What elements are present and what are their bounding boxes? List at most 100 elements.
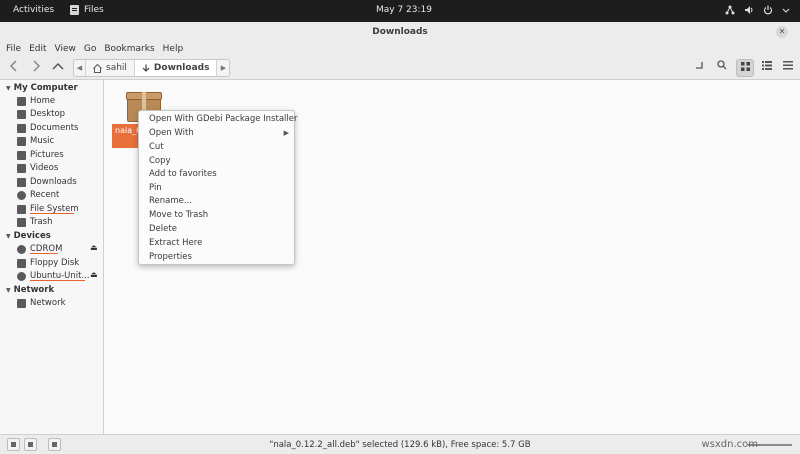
- list-view-button[interactable]: [758, 59, 776, 77]
- breadcrumb-current[interactable]: Downloads: [134, 60, 218, 76]
- breadcrumb-right-arrow[interactable]: ▶: [217, 60, 229, 76]
- breadcrumb-home[interactable]: sahil: [86, 60, 135, 76]
- menu-item-open-with-gdebi[interactable]: Open With GDebi Package Installer: [149, 114, 297, 124]
- menu-item-delete[interactable]: Delete: [149, 224, 177, 234]
- network-icon: [725, 5, 735, 15]
- download-icon: [142, 64, 150, 72]
- search-button[interactable]: [713, 59, 731, 77]
- menu-item-add-to-favorites[interactable]: Add to favorites: [149, 169, 217, 179]
- grid-view-icon: [740, 62, 750, 71]
- menu-item-rename[interactable]: Rename...: [149, 196, 192, 206]
- music-icon: [17, 136, 26, 146]
- breadcrumb-left-arrow[interactable]: ◀: [74, 60, 86, 76]
- section-heading: Network: [13, 285, 55, 295]
- sidebar-item-music[interactable]: Music: [17, 136, 54, 146]
- sidebar-item-desktop[interactable]: Desktop: [17, 109, 65, 119]
- pictures-icon: [17, 150, 26, 160]
- window-title: Downloads: [372, 27, 428, 37]
- home-icon: [93, 63, 102, 73]
- floppy-icon: [17, 258, 26, 268]
- menu-view[interactable]: View: [55, 42, 76, 56]
- app-name: Files: [84, 5, 104, 15]
- dropdown-arrow-icon: [782, 8, 790, 13]
- sidebar-item-downloads[interactable]: Downloads: [17, 177, 77, 187]
- menu-item-open-with[interactable]: Open With: [149, 128, 194, 138]
- usage-bar: [30, 280, 85, 281]
- sidebar-item-label: Music: [30, 136, 55, 146]
- menu-item-copy[interactable]: Copy: [149, 156, 171, 166]
- recent-clock-icon: [17, 190, 26, 200]
- drive-icon: [17, 204, 26, 214]
- menu-edit[interactable]: Edit: [29, 42, 46, 56]
- clock[interactable]: May 7 23:19: [376, 5, 432, 15]
- status-text: "nala_0.12.2_all.deb" selected (129.6 kB…: [269, 440, 531, 450]
- documents-icon: [17, 123, 26, 133]
- power-icon: [763, 5, 773, 15]
- sidebar-item-pictures[interactable]: Pictures: [17, 150, 64, 160]
- sidebar-item-label: Recent: [30, 190, 60, 200]
- menu-item-properties[interactable]: Properties: [149, 252, 192, 262]
- disc-icon: [17, 244, 26, 254]
- sidebar-item-network[interactable]: Network: [17, 298, 66, 308]
- activities-button[interactable]: Activities: [13, 5, 54, 15]
- toolbar: ◀ sahil Downloads ▶: [0, 56, 800, 80]
- statusbar: "nala_0.12.2_all.deb" selected (129.6 kB…: [0, 434, 800, 454]
- network-icon: [17, 298, 26, 308]
- app-menu[interactable]: Files: [70, 5, 104, 15]
- eject-cdrom-icon[interactable]: ⏏: [90, 243, 98, 252]
- toggle-location-button[interactable]: [690, 59, 708, 77]
- downloads-icon: [17, 177, 26, 187]
- expand-triangle-icon: ▼: [6, 84, 11, 92]
- desktop-icon: [17, 109, 26, 119]
- sidebar-section-my-computer[interactable]: ▼ My Computer: [6, 83, 78, 93]
- sidebar-section-network[interactable]: ▼ Network: [6, 285, 54, 295]
- search-icon: [717, 60, 727, 70]
- menu-bookmarks[interactable]: Bookmarks: [104, 42, 154, 56]
- sidebar-item-floppy-disk[interactable]: Floppy Disk: [17, 258, 79, 268]
- breadcrumb-home-label: sahil: [106, 63, 127, 73]
- compact-view-icon: [783, 61, 793, 70]
- sidebar-item-label: Videos: [30, 163, 59, 173]
- context-menu: Open With GDebi Package Installer Open W…: [138, 110, 297, 265]
- window-titlebar: Downloads ✕: [0, 22, 800, 42]
- menu-help[interactable]: Help: [163, 42, 184, 56]
- files-app-icon: [70, 5, 79, 15]
- sidebar-item-videos[interactable]: Videos: [17, 163, 58, 173]
- up-button[interactable]: [50, 60, 66, 76]
- sidebar-item-home[interactable]: Home: [17, 96, 55, 106]
- system-tray[interactable]: [725, 5, 790, 15]
- up-arrow-icon: [52, 62, 64, 70]
- sidebar-item-recent[interactable]: Recent: [17, 190, 59, 200]
- list-view-icon: [762, 61, 772, 70]
- sidebar-item-label: Floppy Disk: [30, 258, 80, 268]
- sidebar-item-label: Desktop: [30, 109, 66, 119]
- videos-icon: [17, 163, 26, 173]
- close-window-button[interactable]: ✕: [776, 26, 788, 38]
- sidebar-item-trash[interactable]: Trash: [17, 217, 52, 227]
- eject-ubuntu-icon[interactable]: ⏏: [90, 270, 98, 279]
- menu-file[interactable]: File: [6, 42, 21, 56]
- sidebar-item-label: Trash: [30, 217, 53, 227]
- menu-go[interactable]: Go: [84, 42, 96, 56]
- back-arrow-icon: [9, 60, 17, 72]
- sidebar-item-label: Downloads: [30, 177, 77, 187]
- icon-view-button[interactable]: [736, 59, 754, 77]
- watermark-text: wsxdn.com: [701, 439, 758, 450]
- sidebar-section-devices[interactable]: ▼ Devices: [6, 231, 51, 241]
- expand-triangle-icon: ▼: [6, 286, 11, 294]
- disc-icon: [17, 271, 26, 281]
- menu-item-pin[interactable]: Pin: [149, 183, 162, 193]
- compact-view-button[interactable]: [779, 59, 797, 77]
- menu-item-cut[interactable]: Cut: [149, 142, 164, 152]
- trash-icon: [17, 217, 26, 227]
- menu-item-extract-here[interactable]: Extract Here: [149, 238, 202, 248]
- volume-icon: [745, 6, 753, 14]
- home-folder-icon: [17, 96, 26, 106]
- sidebar-item-label: Pictures: [30, 150, 64, 160]
- forward-button[interactable]: [28, 60, 44, 76]
- back-button[interactable]: [6, 60, 22, 76]
- breadcrumb-current-label: Downloads: [153, 63, 210, 73]
- gnome-top-bar: Activities Files May 7 23:19: [0, 0, 800, 22]
- menu-item-move-to-trash[interactable]: Move to Trash: [149, 210, 208, 220]
- sidebar-item-documents[interactable]: Documents: [17, 123, 78, 133]
